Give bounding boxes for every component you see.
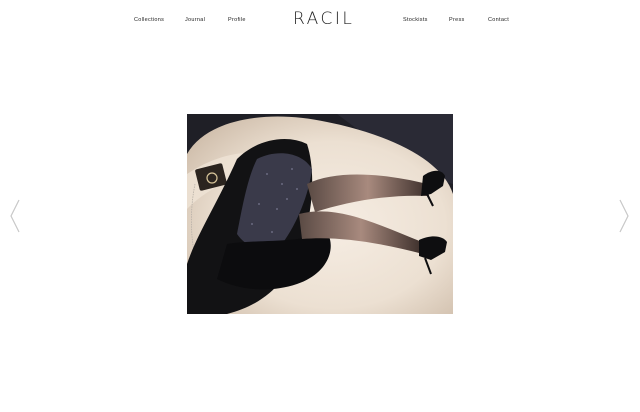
gallery-image[interactable] <box>187 114 453 314</box>
nav-profile[interactable]: Profile <box>228 17 246 23</box>
logo[interactable]: RACIL <box>293 9 354 29</box>
nav-stockists[interactable]: Stockists <box>403 17 428 23</box>
gallery-next-button[interactable] <box>617 199 631 233</box>
chevron-left-icon <box>10 199 20 233</box>
nav-collections[interactable]: Collections <box>134 17 164 23</box>
fashion-editorial-photo <box>187 114 453 314</box>
nav-journal[interactable]: Journal <box>185 17 205 23</box>
gallery-prev-button[interactable] <box>8 199 22 233</box>
nav-contact[interactable]: Contact <box>488 17 509 23</box>
chevron-right-icon <box>619 199 629 233</box>
nav-press[interactable]: Press <box>449 17 465 23</box>
